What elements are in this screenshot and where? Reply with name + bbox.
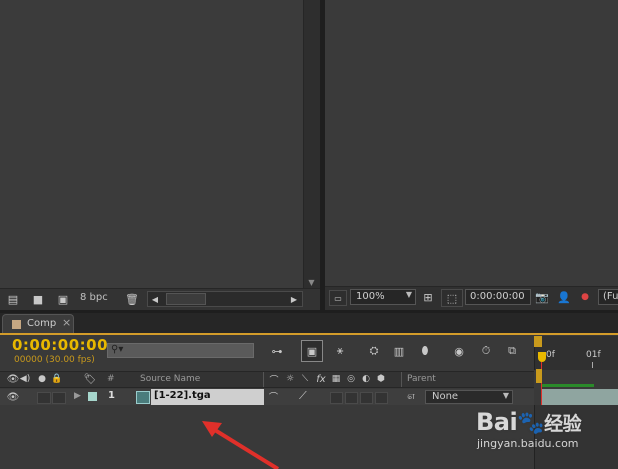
number-column-header[interactable]: # [107, 374, 115, 384]
column-divider [401, 372, 402, 387]
comp-tab-label: Comp [27, 318, 57, 329]
playhead-marker[interactable] [538, 352, 546, 362]
comp-tab[interactable]: Comp × [2, 314, 74, 333]
label-tag-icon[interactable]: 🏷 [83, 373, 97, 385]
work-area-bar[interactable] [542, 384, 594, 387]
layer-row[interactable]: 👁 ▶ 1 [1-22].tga ⌒ ⟋ ௭ None ▼ [0, 389, 534, 405]
layer-column-header [0, 371, 534, 388]
grid-guide-icon[interactable]: ⊞ [420, 290, 436, 304]
live-update-icon[interactable]: ▣ [301, 340, 323, 362]
shy-icon[interactable]: ⌒ [268, 373, 280, 386]
search-icon: ⚲▾ [111, 344, 124, 355]
adjustment-layer-icon[interactable]: ◐ [360, 373, 372, 385]
trash-icon[interactable]: 🗑 [124, 291, 140, 307]
new-composition-icon[interactable]: ▣ [55, 291, 71, 307]
ruler-label-tick1: 01f [586, 350, 601, 360]
quality-icon[interactable]: ⟍ [299, 373, 311, 385]
collapse-icon[interactable]: ☼ [284, 373, 296, 385]
layer-source-name[interactable]: [1-22].tga [151, 389, 264, 405]
scroll-down-arrow-icon[interactable]: ▼ [303, 276, 320, 288]
parent-pickwhip-icon[interactable]: ௭ [407, 389, 415, 404]
draft-3d-icon[interactable]: ⚹ [331, 343, 349, 359]
fx-icon[interactable]: fx [315, 373, 327, 385]
switch-box[interactable] [345, 392, 358, 404]
motion-blur-column-icon[interactable]: ◎ [345, 373, 357, 385]
paw-icon: 🐾 [517, 411, 545, 436]
visibility-eye-icon[interactable]: 👁 [7, 391, 20, 403]
3d-layer-icon[interactable]: ⬢ [375, 373, 387, 385]
zoom-value: 100% [356, 291, 385, 302]
scroll-thumb[interactable] [166, 293, 206, 305]
parent-column-header[interactable]: Parent [407, 374, 436, 384]
annotation-arrow [202, 421, 280, 469]
parent-value: None [432, 391, 459, 402]
new-folder-icon[interactable]: ■ [30, 291, 46, 307]
quality-switch-icon[interactable]: ⟋ [299, 389, 307, 403]
watermark-logo: Bai🐾经验 [476, 408, 582, 436]
solo-dot-icon[interactable]: ● [36, 373, 48, 385]
channel-rgb-icon[interactable]: ● [577, 290, 593, 304]
composition-viewer [325, 0, 618, 286]
layer-number: 1 [108, 390, 115, 401]
always-preview-icon[interactable]: ▭ [329, 290, 347, 306]
bpc-label[interactable]: 8 bpc [80, 292, 108, 303]
scroll-left-arrow-icon[interactable]: ◀ [148, 292, 162, 306]
frame-info: 00000 (30.00 fps) [14, 355, 95, 365]
ruler-label-start: 0f [546, 350, 555, 360]
show-snapshot-icon[interactable]: 👤 [556, 290, 572, 304]
switch-box[interactable] [360, 392, 373, 404]
layer-label-color-swatch[interactable] [88, 392, 97, 401]
tab-highlight-line [0, 333, 618, 335]
watermark-brand-cn: 经验 [544, 413, 582, 435]
timeline-tab-bar [0, 313, 618, 333]
layer-search-input[interactable]: ⚲▾ [107, 343, 254, 358]
viewer-timecode[interactable]: 0:00:00:00 [465, 289, 531, 305]
parent-select[interactable]: None ▼ [425, 390, 513, 404]
interpret-footage-icon[interactable]: ▤ [5, 291, 21, 307]
solo-toggle[interactable] [52, 392, 66, 404]
audio-speaker-icon[interactable]: ◀) [19, 373, 31, 385]
work-area-end-marker[interactable] [536, 369, 542, 383]
scroll-right-arrow-icon[interactable]: ▶ [287, 292, 301, 306]
region-of-interest-icon[interactable]: ⬚ [441, 289, 463, 307]
stopwatch-icon[interactable]: ⏱ [477, 342, 495, 360]
audio-toggle[interactable] [37, 392, 51, 404]
switch-box[interactable] [330, 392, 343, 404]
frame-blending-icon[interactable]: ▥ [390, 343, 408, 359]
switch-box[interactable] [375, 392, 388, 404]
source-name-column-header[interactable]: Source Name [140, 374, 200, 384]
project-panel [0, 0, 320, 310]
work-area-start-marker[interactable] [534, 336, 542, 347]
snapshot-camera-icon[interactable]: 📷 [534, 290, 550, 304]
close-icon[interactable]: × [62, 316, 71, 329]
video-eye-icon[interactable]: 👁 [7, 373, 20, 385]
footage-sequence-icon [136, 391, 150, 404]
comp-tab-swatch [12, 320, 21, 329]
watermark-url: jingyan.baidu.com [477, 437, 579, 450]
column-divider [263, 372, 264, 387]
shy-switch-icon[interactable]: ⌒ [269, 390, 278, 403]
chevron-down-icon: ▼ [405, 290, 412, 299]
graph-editor-icon[interactable]: ⧉ [502, 342, 522, 360]
zoom-select[interactable]: 100% ▼ [350, 289, 416, 305]
lock-icon[interactable]: 🔒 [51, 373, 63, 385]
motion-blur-icon[interactable]: ⬮ [415, 343, 435, 359]
brainstorm-icon[interactable]: ◉ [449, 342, 469, 360]
chevron-down-icon: ▼ [502, 391, 509, 400]
resolution-select[interactable]: (Fu [598, 289, 618, 305]
hide-shy-layers-icon[interactable]: ⛭ [365, 343, 383, 359]
layer-duration-bar[interactable] [542, 389, 618, 405]
frame-blend-column-icon[interactable]: ▦ [330, 373, 342, 385]
current-time-display[interactable]: 0:00:00:00 [12, 336, 108, 354]
comp-mini-flowchart-icon[interactable]: ⊶ [265, 343, 289, 359]
watermark-brand: Bai [476, 408, 518, 436]
expand-arrow-icon[interactable]: ▶ [74, 391, 81, 401]
project-vertical-scrollbar[interactable] [303, 0, 320, 288]
ruler-tick [592, 362, 593, 368]
